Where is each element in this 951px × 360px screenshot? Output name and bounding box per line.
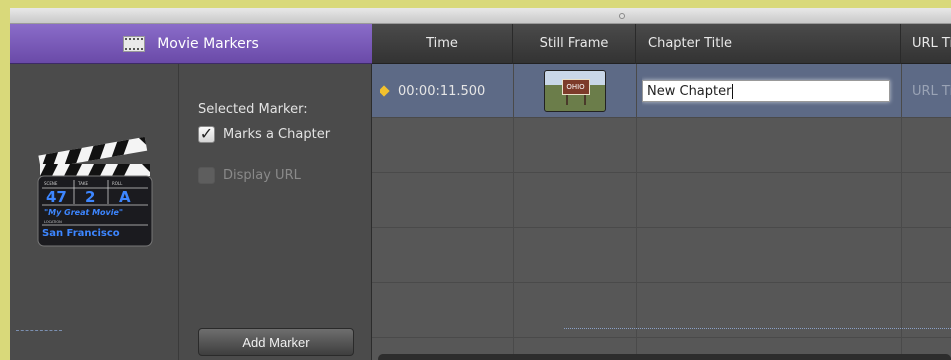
time-value: 00:00:11.500: [398, 83, 486, 99]
column-divider: [513, 64, 514, 360]
table-row: [372, 229, 951, 283]
clapboard-title: "My Great Movie": [44, 208, 123, 217]
markers-table: Time Still Frame Chapter Title URL Title…: [372, 24, 951, 360]
still-frame-cell: OHIO: [513, 64, 636, 118]
movie-markers-window: Movie Markers SCENE TAKE ROLL 47 2 A "My…: [10, 8, 951, 360]
column-divider: [636, 64, 637, 360]
clapboard-location-label: LOCATION: [44, 220, 62, 224]
display-url-checkbox[interactable]: [198, 167, 215, 184]
time-cell: 00:00:11.500: [380, 64, 513, 118]
clapboard-scene-label: SCENE: [44, 181, 58, 186]
marks-chapter-checkbox[interactable]: ✓: [198, 126, 215, 143]
clapboard-take-label: TAKE: [77, 181, 88, 186]
marks-chapter-label: Marks a Chapter: [223, 127, 331, 142]
horizontal-scrollbar[interactable]: [378, 354, 951, 360]
panel-dashed-line: [16, 330, 62, 331]
marks-chapter-row[interactable]: ✓ Marks a Chapter: [198, 126, 330, 143]
table-header: Time Still Frame Chapter Title URL Title: [372, 24, 951, 64]
still-frame-thumbnail: OHIO: [543, 70, 606, 112]
add-marker-button[interactable]: Add Marker: [198, 328, 354, 356]
chapter-title-input[interactable]: New Chapter: [642, 80, 890, 102]
clapboard-roll: A: [119, 188, 131, 206]
text-caret: [732, 83, 734, 99]
header-url-title[interactable]: URL Title: [901, 24, 951, 64]
clapboard-take: 2: [85, 188, 95, 206]
panel-title: Movie Markers: [157, 35, 259, 52]
panel-header: Movie Markers: [10, 24, 372, 64]
table-row[interactable]: 00:00:11.500 OHIO New Chapter URL Title: [372, 64, 951, 118]
selected-marker-label: Selected Marker:: [198, 102, 308, 117]
markers-panel: Movie Markers SCENE TAKE ROLL 47 2 A "My…: [10, 24, 372, 360]
clapboard-roll-label: ROLL: [112, 181, 123, 186]
column-divider: [901, 64, 902, 360]
sign-post-left: [565, 95, 568, 105]
clapboard-scene: 47: [46, 188, 67, 206]
table-row: [372, 284, 951, 338]
window-title-strip: [10, 8, 951, 24]
marker-diamond-icon: [380, 85, 390, 97]
table-dotted-line: [564, 328, 951, 329]
resize-handle[interactable]: [619, 13, 625, 19]
table-row: [372, 119, 951, 173]
url-title-cell[interactable]: URL Title: [912, 64, 951, 118]
header-time[interactable]: Time: [372, 24, 513, 64]
table-row: [372, 174, 951, 228]
chapter-title-value: New Chapter: [647, 83, 732, 99]
sign-post-right: [583, 95, 586, 105]
chapter-title-cell: New Chapter: [642, 64, 901, 118]
header-chapter-title[interactable]: Chapter Title: [636, 24, 901, 64]
ohio-sign: OHIO: [561, 79, 590, 95]
film-icon: [123, 35, 146, 52]
display-url-label: Display URL: [223, 168, 301, 183]
display-url-row[interactable]: Display URL: [198, 167, 301, 184]
header-still-frame[interactable]: Still Frame: [513, 24, 636, 64]
clapboard-location: San Francisco: [42, 228, 120, 239]
panel-divider: [178, 64, 179, 360]
clapboard-icon: SCENE TAKE ROLL 47 2 A "My Great Movie" …: [37, 136, 153, 247]
